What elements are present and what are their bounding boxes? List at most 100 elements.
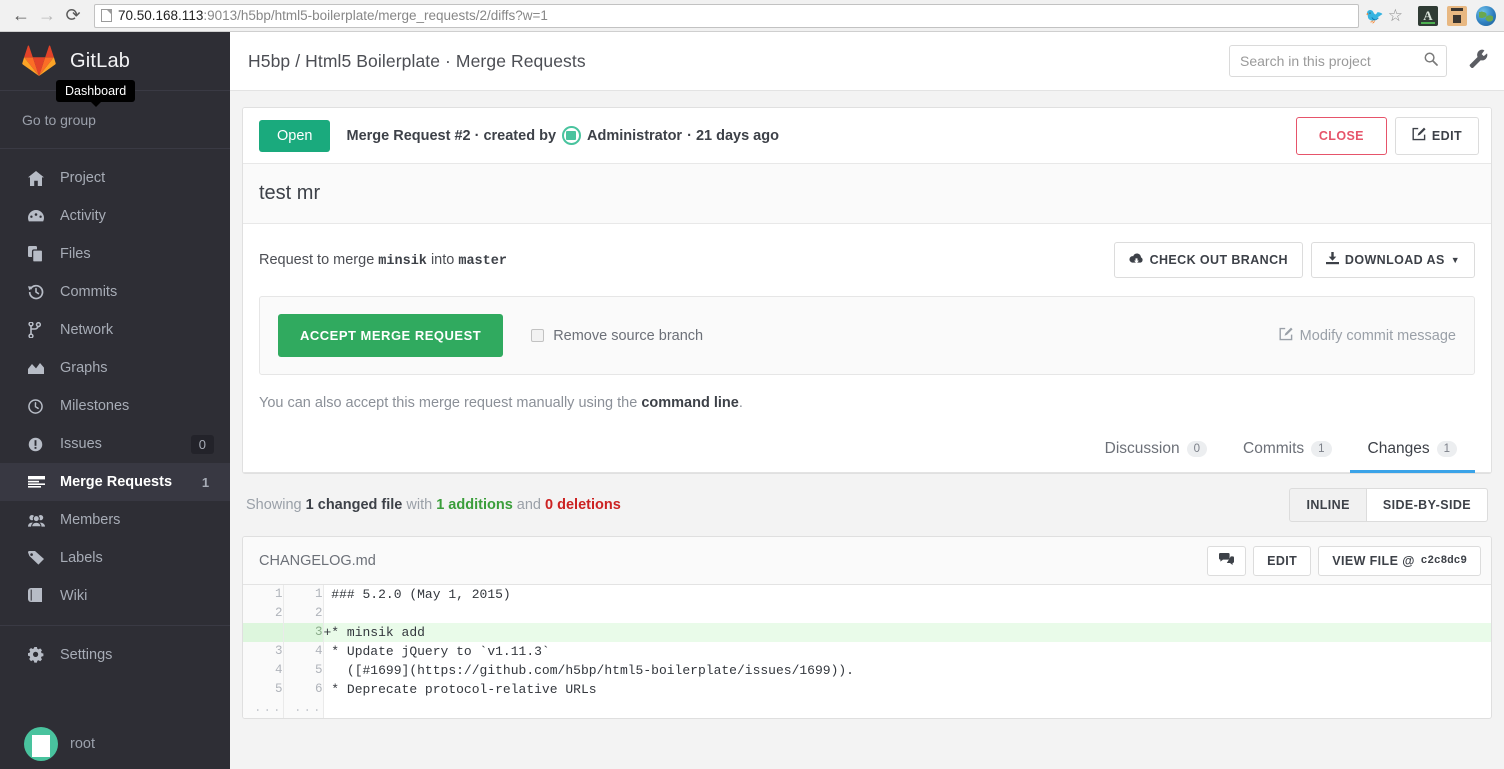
diff-deletions: 0 deletions bbox=[545, 497, 621, 513]
file-name[interactable]: CHANGELOG.md bbox=[259, 553, 1207, 569]
back-icon[interactable]: ← bbox=[8, 3, 34, 29]
diff-new-line: 5 bbox=[283, 661, 323, 680]
wrench-icon[interactable] bbox=[1469, 49, 1488, 73]
sidebar-item-wiki[interactable]: Wiki bbox=[0, 577, 230, 615]
sidebar-item-network[interactable]: Network bbox=[0, 311, 230, 349]
diff-row-added[interactable]: 3 +* minsik add bbox=[243, 623, 1491, 642]
remove-source-branch-checkbox[interactable]: Remove source branch bbox=[531, 328, 1278, 344]
search-icon[interactable] bbox=[1424, 52, 1438, 69]
breadcrumb: H5bp / Html5 Boilerplate · Merge Request… bbox=[248, 51, 1229, 72]
search-box bbox=[1229, 45, 1447, 77]
check-out-branch-label: CHECK OUT BRANCH bbox=[1150, 253, 1288, 267]
sidebar-item-settings[interactable]: Settings bbox=[0, 636, 230, 674]
sidebar-user[interactable]: root bbox=[0, 719, 230, 769]
go-to-group-link[interactable]: Go to group Dashboard bbox=[0, 91, 230, 149]
diff-old-line: 5 bbox=[243, 680, 283, 699]
status-badge[interactable]: Open bbox=[259, 120, 330, 152]
merge-request-author[interactable]: Administrator bbox=[587, 128, 682, 144]
diff-new-line: 3 bbox=[283, 623, 323, 642]
accept-merge-request-button[interactable]: ACCEPT MERGE REQUEST bbox=[278, 314, 503, 357]
tab-changes-label: Changes bbox=[1368, 440, 1430, 458]
sidebar-nav: Project Activity Files Com bbox=[0, 149, 230, 674]
modify-commit-message-label: Modify commit message bbox=[1300, 328, 1456, 344]
sidebar-item-activity[interactable]: Activity bbox=[0, 197, 230, 235]
sidebar-label-graphs: Graphs bbox=[60, 360, 214, 376]
checkbox-box[interactable] bbox=[531, 329, 544, 342]
sidebar-label-files: Files bbox=[60, 246, 214, 262]
chevron-down-icon: ▼ bbox=[1451, 255, 1460, 265]
page-root: ← → ⟳ 70.50.168.113 :9013/h5bp/html5-boi… bbox=[0, 0, 1504, 769]
sidebar-item-commits[interactable]: Commits bbox=[0, 273, 230, 311]
manual-note-pre: You can also accept this merge request m… bbox=[259, 395, 637, 411]
diff-code: ([#1699](https://github.com/h5bp/html5-b… bbox=[323, 661, 1491, 680]
sidebar-item-members[interactable]: Members bbox=[0, 501, 230, 539]
project-header: H5bp / Html5 Boilerplate · Merge Request… bbox=[230, 32, 1504, 91]
lastpass-extension-icon[interactable] bbox=[1447, 6, 1467, 26]
edit-button[interactable]: EDIT bbox=[1395, 117, 1479, 155]
diff-row[interactable]: 3 4 * Update jQuery to `v1.11.3` bbox=[243, 642, 1491, 661]
diff-new-line-ellipsis: ... bbox=[283, 699, 323, 718]
sidebar-item-merge-requests[interactable]: Merge Requests 1 bbox=[0, 463, 230, 501]
pencil-square-icon bbox=[1279, 327, 1293, 345]
forward-icon[interactable]: → bbox=[34, 3, 60, 29]
sidebar-label-settings: Settings bbox=[60, 647, 214, 663]
sidebar-item-issues[interactable]: Issues 0 bbox=[0, 425, 230, 463]
close-button[interactable]: CLOSE bbox=[1296, 117, 1387, 155]
tag-icon bbox=[28, 551, 50, 566]
tab-commits[interactable]: Commits 1 bbox=[1225, 440, 1350, 473]
view-file-button[interactable]: VIEW FILE @c2c8dc9 bbox=[1318, 546, 1481, 576]
command-line-link[interactable]: command line bbox=[641, 395, 739, 411]
diff-file-count: 1 changed file bbox=[306, 497, 403, 513]
bookmark-star-icon[interactable]: ☆ bbox=[1388, 6, 1403, 26]
source-branch[interactable]: minsik bbox=[378, 254, 427, 269]
graphs-icon bbox=[28, 362, 50, 374]
diff-row[interactable]: 4 5 ([#1699](https://github.com/h5bp/htm… bbox=[243, 661, 1491, 680]
check-out-branch-button[interactable]: CHECK OUT BRANCH bbox=[1114, 242, 1303, 278]
file-comment-button[interactable] bbox=[1207, 546, 1246, 576]
sidebar-label-network: Network bbox=[60, 322, 214, 338]
sidebar-item-milestones[interactable]: Milestones bbox=[0, 387, 230, 425]
activity-icon bbox=[28, 210, 50, 223]
diff-old-line: 3 bbox=[243, 642, 283, 661]
address-bar[interactable]: 70.50.168.113 :9013/h5bp/html5-boilerpla… bbox=[94, 4, 1359, 28]
download-icon bbox=[1326, 252, 1339, 268]
diff-row[interactable]: 5 6 * Deprecate protocol-relative URLs bbox=[243, 680, 1491, 699]
sidebar-label-issues: Issues bbox=[60, 436, 191, 452]
sidebar-item-files[interactable]: Files bbox=[0, 235, 230, 273]
tab-changes[interactable]: Changes 1 bbox=[1350, 440, 1475, 473]
manual-note-post: . bbox=[739, 395, 743, 411]
merge-request-meta: Merge Request #2 · created by Administra… bbox=[346, 126, 1295, 145]
tab-commits-label: Commits bbox=[1243, 440, 1304, 458]
reload-icon[interactable]: ⟳ bbox=[60, 3, 86, 29]
diff-row[interactable]: 2 2 bbox=[243, 604, 1491, 623]
page-title: test mr bbox=[243, 164, 1491, 224]
diff-old-line: 4 bbox=[243, 661, 283, 680]
file-diff-header: CHANGELOG.md EDIT VIEW FILE @c2c8dc9 bbox=[243, 537, 1491, 585]
sidebar-count-issues: 0 bbox=[191, 435, 214, 454]
users-icon bbox=[28, 514, 50, 527]
sidebar-label-labels: Labels bbox=[60, 550, 214, 566]
diff-code: ### 5.2.0 (May 1, 2015) bbox=[323, 585, 1491, 604]
twitter-icon[interactable]: 🐦 bbox=[1365, 7, 1384, 25]
diff-body: 1 1 ### 5.2.0 (May 1, 2015) 2 2 3 +* min… bbox=[243, 585, 1491, 718]
tab-discussion[interactable]: Discussion 0 bbox=[1087, 440, 1225, 473]
adblock-extension-icon[interactable]: A bbox=[1418, 6, 1438, 26]
diff-and-label: and bbox=[517, 497, 541, 513]
sidebar-label-milestones: Milestones bbox=[60, 398, 214, 414]
merge-request-branches-row: Request to merge minsik into master CHEC… bbox=[243, 224, 1491, 292]
globe-extension-icon[interactable] bbox=[1476, 6, 1496, 26]
go-to-group-label: Go to group bbox=[22, 112, 96, 128]
diff-table: 1 1 ### 5.2.0 (May 1, 2015) 2 2 3 +* min… bbox=[243, 585, 1491, 718]
side-by-side-view-button[interactable]: SIDE-BY-SIDE bbox=[1367, 488, 1488, 522]
download-as-button[interactable]: DOWNLOAD AS ▼ bbox=[1311, 242, 1475, 278]
comment-icon bbox=[1219, 553, 1234, 569]
sidebar-item-graphs[interactable]: Graphs bbox=[0, 349, 230, 387]
diff-row[interactable]: 1 1 ### 5.2.0 (May 1, 2015) bbox=[243, 585, 1491, 604]
sidebar-item-project[interactable]: Project bbox=[0, 159, 230, 197]
file-edit-button[interactable]: EDIT bbox=[1253, 546, 1311, 576]
sidebar-item-labels[interactable]: Labels bbox=[0, 539, 230, 577]
modify-commit-message-link[interactable]: Modify commit message bbox=[1279, 327, 1456, 345]
search-input[interactable] bbox=[1229, 45, 1447, 77]
inline-view-button[interactable]: INLINE bbox=[1289, 488, 1366, 522]
target-branch[interactable]: master bbox=[458, 254, 507, 269]
